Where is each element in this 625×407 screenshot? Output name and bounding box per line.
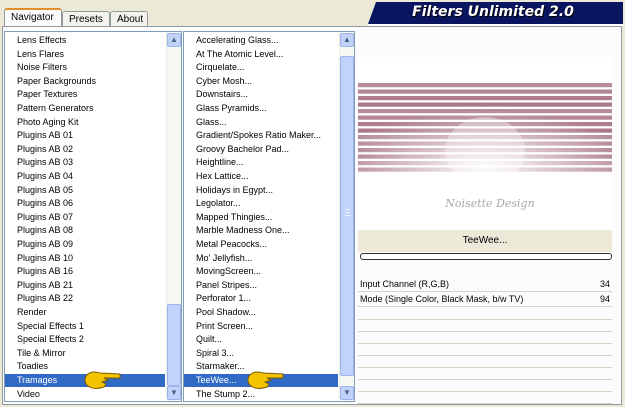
- filter-item[interactable]: MovingScreen...: [184, 265, 261, 278]
- progress-bar: [360, 253, 612, 260]
- filter-item[interactable]: Metal Peacocks...: [184, 238, 267, 251]
- parameter-row-empty: [358, 344, 612, 356]
- filter-item[interactable]: Glass Pyramids...: [184, 102, 267, 115]
- filter-item[interactable]: Cyber Mosh...: [184, 75, 252, 88]
- parameter-row-empty: [358, 392, 612, 404]
- parameter-row-empty: [358, 380, 612, 392]
- category-scrollbar[interactable]: ▲ ▼: [166, 32, 181, 401]
- parameter-row-empty: [358, 356, 612, 368]
- parameter-row[interactable]: Mode (Single Color, Black Mask, b/w TV) …: [358, 293, 612, 307]
- filter-item[interactable]: Downstairs...: [184, 88, 248, 101]
- category-item[interactable]: Plugins AB 07: [5, 211, 73, 224]
- filter-item[interactable]: Starmaker...: [184, 360, 245, 373]
- category-scroll-thumb[interactable]: [167, 304, 181, 386]
- category-item[interactable]: Paper Backgrounds: [5, 75, 96, 88]
- pointing-hand-icon: [84, 371, 121, 389]
- filter-item[interactable]: Marble Madness One...: [184, 224, 290, 237]
- parameter-label: Mode (Single Color, Black Mask, b/w TV): [360, 294, 524, 304]
- filter-item[interactable]: Accelerating Glass...: [184, 34, 279, 47]
- parameter-value[interactable]: 94: [600, 293, 610, 306]
- parameter-row-empty: [358, 320, 612, 332]
- category-item[interactable]: Toadies: [5, 360, 48, 373]
- filter-item[interactable]: Hex Lattice...: [184, 170, 249, 183]
- category-item[interactable]: Plugins AB 21: [5, 279, 73, 292]
- category-item[interactable]: Noise Filters: [5, 61, 67, 74]
- tab-presets[interactable]: Presets: [62, 11, 110, 27]
- tab-navigator[interactable]: Navigator: [4, 8, 62, 28]
- filter-preview: Noisette Design: [358, 57, 612, 231]
- filter-item[interactable]: Print Screen...: [184, 320, 253, 333]
- category-item[interactable]: Plugins AB 06: [5, 197, 73, 210]
- category-item[interactable]: Plugins AB 05: [5, 184, 73, 197]
- category-item[interactable]: Plugins AB 02: [5, 143, 73, 156]
- category-item[interactable]: Plugins AB 03: [5, 156, 73, 169]
- tab-about[interactable]: About: [110, 11, 148, 27]
- title-banner: Filters Unlimited 2.0: [368, 2, 623, 26]
- category-item[interactable]: Plugins AB 09: [5, 238, 73, 251]
- scroll-up-arrow-icon[interactable]: ▲: [167, 33, 181, 47]
- filter-scrollbar[interactable]: ▲ ▼: [339, 32, 354, 401]
- category-item[interactable]: Special Effects 2: [5, 333, 84, 346]
- banner-title: Filters Unlimited 2.0: [412, 4, 574, 20]
- category-item[interactable]: Special Effects 1: [5, 320, 84, 333]
- filter-item[interactable]: Legolator...: [184, 197, 241, 210]
- filter-item[interactable]: Heightline...: [184, 156, 244, 169]
- category-item[interactable]: Lens Flares: [5, 48, 64, 61]
- category-item[interactable]: Plugins AB 22: [5, 292, 73, 305]
- filter-item[interactable]: Pool Shadow...: [184, 306, 256, 319]
- pointing-hand-icon: [247, 371, 284, 389]
- preview-filter-name: TeeWee...: [358, 230, 612, 252]
- category-item[interactable]: Tile & Mirror: [5, 347, 66, 360]
- category-item[interactable]: Plugins AB 10: [5, 252, 73, 265]
- filter-list[interactable]: Accelerating Glass... At The Atomic Level…: [183, 31, 355, 402]
- filter-item[interactable]: Glass...: [184, 116, 227, 129]
- parameter-row-empty: [358, 308, 612, 320]
- category-item[interactable]: Plugins AB 04: [5, 170, 73, 183]
- category-item[interactable]: Photo Aging Kit: [5, 116, 79, 129]
- filter-item[interactable]: Mo' Jellyfish...: [184, 252, 252, 265]
- preview-image: Noisette Design: [358, 57, 612, 231]
- category-item[interactable]: Paper Textures: [5, 88, 77, 101]
- scroll-up-arrow-icon[interactable]: ▲: [340, 33, 354, 47]
- scroll-down-arrow-icon[interactable]: ▼: [167, 386, 181, 400]
- parameter-table: Input Channel (R,G,B) 34 Mode (Single Co…: [358, 263, 612, 404]
- filter-item[interactable]: At The Atomic Level...: [184, 48, 283, 61]
- filter-item[interactable]: Holidays in Egypt...: [184, 184, 273, 197]
- category-item[interactable]: Plugins AB 16: [5, 265, 73, 278]
- parameter-row-empty: [358, 332, 612, 344]
- filter-item[interactable]: Groovy Bachelor Pad...: [184, 143, 289, 156]
- category-item[interactable]: Video: [5, 388, 40, 401]
- category-item[interactable]: Plugins AB 01: [5, 129, 73, 142]
- category-item[interactable]: Pattern Generators: [5, 102, 94, 115]
- filter-item[interactable]: Spiral 3...: [184, 347, 234, 360]
- category-item[interactable]: Plugins AB 08: [5, 224, 73, 237]
- filter-item[interactable]: Panel Stripes...: [184, 279, 257, 292]
- scroll-down-arrow-icon[interactable]: ▼: [340, 386, 354, 400]
- filter-item[interactable]: Perforator 1...: [184, 292, 251, 305]
- parameter-label: Input Channel (R,G,B): [360, 279, 450, 289]
- parameter-row-empty: [358, 368, 612, 380]
- svg-text:Noisette Design: Noisette Design: [444, 197, 534, 210]
- category-item[interactable]: Render: [5, 306, 47, 319]
- filter-scroll-thumb[interactable]: [340, 56, 354, 376]
- parameter-value[interactable]: 34: [600, 278, 610, 291]
- category-list[interactable]: Lens Effects Lens Flares Noise Filters Pape…: [4, 31, 182, 402]
- filter-item[interactable]: Quilt...: [184, 333, 222, 346]
- category-item[interactable]: Lens Effects: [5, 34, 66, 47]
- filter-item[interactable]: Gradient/Spokes Ratio Maker...: [184, 129, 321, 142]
- parameter-row[interactable]: Input Channel (R,G,B) 34: [358, 278, 612, 292]
- filter-item[interactable]: Cirquelate...: [184, 61, 245, 74]
- filter-item[interactable]: Mapped Thingies...: [184, 211, 272, 224]
